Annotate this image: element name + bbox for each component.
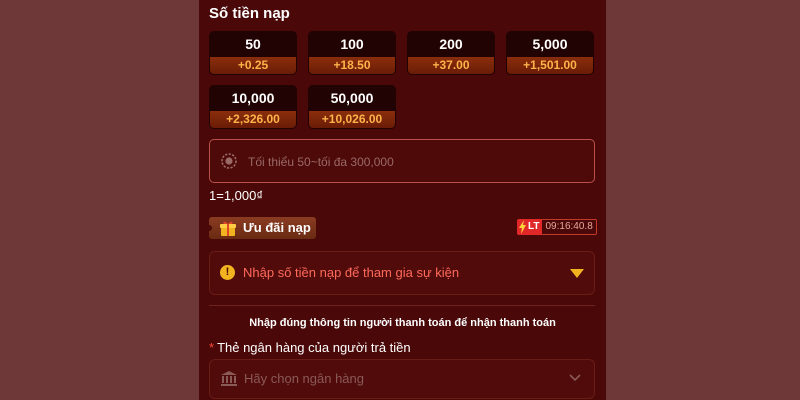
amount-bonus: +18.50 bbox=[309, 57, 395, 74]
exchange-rate: 1=1,000₫ bbox=[209, 188, 264, 203]
tag-notch bbox=[206, 225, 212, 231]
amount-bonus: +2,326.00 bbox=[210, 111, 296, 128]
promo-tag: Ưu đãi nạp bbox=[206, 217, 316, 239]
promo-tag-label: Ưu đãi nạp bbox=[243, 220, 311, 235]
bank-icon bbox=[221, 371, 237, 386]
amount-value: 10,000 bbox=[231, 90, 275, 106]
amount-bonus: +0.25 bbox=[210, 57, 296, 74]
lt-text: LT bbox=[528, 221, 540, 232]
bank-placeholder: Hãy chọn ngân hàng bbox=[244, 371, 364, 386]
event-dropdown[interactable]: ! Nhập số tiền nạp để tham gia sự kiện bbox=[209, 251, 595, 295]
amount-value: 5,000 bbox=[532, 36, 568, 52]
amount-option-200[interactable]: 200 +37.00 bbox=[407, 31, 495, 75]
limited-time-badge: LT 09:16:40.8 bbox=[517, 219, 597, 235]
amount-value: 50,000 bbox=[330, 90, 374, 106]
bank-field-label: * Thẻ ngân hàng của người trả tiền bbox=[209, 340, 411, 355]
section-title: Số tiền nạp bbox=[209, 5, 290, 22]
amount-value: 200 bbox=[439, 36, 463, 52]
amount-option-5000[interactable]: 5,000 +1,501.00 bbox=[506, 31, 594, 75]
bank-label-text: Thẻ ngân hàng của người trả tiền bbox=[217, 340, 411, 355]
amount-input[interactable] bbox=[246, 140, 580, 184]
lightning-icon bbox=[519, 220, 526, 234]
amount-option-10000[interactable]: 10,000 +2,326.00 bbox=[209, 85, 297, 129]
amount-option-50000[interactable]: 50,000 +10,026.00 bbox=[308, 85, 396, 129]
deposit-panel: Số tiền nạp 50 +0.25 100 +18.50 200 +37.… bbox=[199, 0, 606, 400]
amount-bonus: +10,026.00 bbox=[309, 111, 395, 128]
amount-option-50[interactable]: 50 +0.25 bbox=[209, 31, 297, 75]
amount-bonus: +1,501.00 bbox=[507, 57, 593, 74]
amount-value: 100 bbox=[340, 36, 364, 52]
event-text: Nhập số tiền nạp để tham gia sự kiện bbox=[243, 265, 460, 280]
amount-option-100[interactable]: 100 +18.50 bbox=[308, 31, 396, 75]
warning-icon: ! bbox=[220, 265, 235, 280]
caret-down-icon bbox=[570, 269, 584, 278]
lt-label: LT bbox=[517, 219, 543, 235]
required-mark: * bbox=[209, 340, 215, 355]
chip-icon bbox=[221, 153, 237, 169]
amount-input-field[interactable] bbox=[209, 139, 595, 184]
chevron-down-icon bbox=[569, 374, 581, 382]
divider bbox=[209, 305, 595, 306]
bank-select[interactable]: Hãy chọn ngân hàng bbox=[209, 359, 595, 399]
payment-notice: Nhập đúng thông tin người thanh toán để … bbox=[249, 317, 556, 329]
amount-bonus: +37.00 bbox=[408, 57, 494, 74]
amount-value: 50 bbox=[245, 36, 261, 52]
countdown-timer: 09:16:40.8 bbox=[542, 219, 597, 235]
gift-icon bbox=[220, 221, 236, 236]
